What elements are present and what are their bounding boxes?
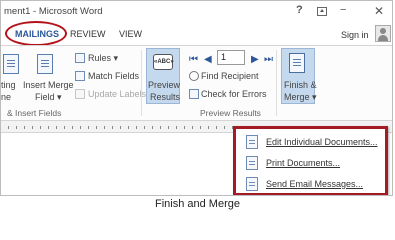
- menu-item-print-documents[interactable]: Print Documents...: [236, 153, 385, 175]
- preview-abc-icon: «ABC»: [153, 54, 174, 70]
- minimize-button[interactable]: −: [340, 4, 346, 16]
- tab-review[interactable]: REVIEW: [70, 29, 106, 39]
- email-icon: [246, 177, 258, 191]
- finish-merge-label-2: Merge ▾: [284, 92, 317, 102]
- close-button[interactable]: ✕: [374, 4, 384, 18]
- writing-block-label-2[interactable]: ne: [1, 91, 11, 103]
- insert-fields-group-label: & Insert Fields: [7, 108, 62, 118]
- word-window: ment1 - Microsoft Word ? − ✕ MAILINGS RE…: [0, 0, 393, 196]
- finish-merge-menu: Edit Individual Documents... Print Docum…: [233, 126, 388, 195]
- menu-item-label: Send Email Messages...: [266, 179, 364, 189]
- group-separator: [276, 50, 277, 116]
- writing-block-icon: [3, 54, 19, 74]
- match-fields-icon: [75, 71, 85, 81]
- last-record-icon[interactable]: ⏭: [264, 54, 273, 65]
- rules-icon: [75, 53, 85, 63]
- find-recipient-icon: [189, 71, 199, 81]
- writing-block-label-1[interactable]: ting: [1, 79, 16, 91]
- tab-view[interactable]: VIEW: [119, 29, 142, 39]
- window-title: ment1 - Microsoft Word: [4, 6, 103, 17]
- update-labels-button[interactable]: Update Labels: [88, 88, 146, 100]
- first-record-icon[interactable]: ⏮: [189, 54, 198, 65]
- group-separator: [141, 50, 142, 116]
- previous-record-icon[interactable]: ◀: [204, 54, 212, 65]
- ribbon-display-options-icon[interactable]: [317, 7, 327, 16]
- title-bar: ment1 - Microsoft Word ? − ✕: [1, 1, 392, 22]
- insert-merge-field-icon: [37, 54, 53, 74]
- menu-item-label: Print Documents...: [266, 158, 341, 168]
- check-for-errors-icon: [189, 89, 199, 99]
- print-icon: [246, 156, 258, 170]
- check-for-errors-button[interactable]: Check for Errors: [201, 88, 267, 100]
- update-labels-icon: [75, 89, 85, 99]
- preview-results-group-label: Preview Results: [200, 108, 261, 118]
- sign-in-link[interactable]: Sign in: [341, 30, 369, 40]
- record-number-input[interactable]: 1: [217, 50, 245, 65]
- menu-item-edit-individual-documents[interactable]: Edit Individual Documents...: [236, 132, 385, 154]
- menu-item-send-email-messages[interactable]: Send Email Messages...: [236, 174, 385, 195]
- menu-item-label: Edit Individual Documents...: [266, 137, 378, 147]
- finish-merge-label-1: Finish &: [284, 80, 317, 90]
- find-recipient-button[interactable]: Find Recipient: [201, 70, 259, 82]
- mailings-highlight-circle: [5, 21, 67, 46]
- insert-merge-field-dropdown[interactable]: Field ▾: [35, 91, 62, 103]
- preview-results-label-2: Results: [150, 92, 181, 102]
- edit-documents-icon: [246, 135, 258, 149]
- figure-caption: Finish and Merge: [155, 198, 240, 210]
- match-fields-button[interactable]: Match Fields: [88, 70, 139, 82]
- preview-results-label-1: Preview: [148, 80, 181, 90]
- rules-button[interactable]: Rules ▾: [88, 52, 118, 64]
- help-button[interactable]: ?: [296, 4, 303, 16]
- insert-merge-field-button[interactable]: Insert Merge: [23, 79, 74, 91]
- next-record-icon[interactable]: ▶: [251, 54, 259, 65]
- finish-merge-icon: [289, 53, 305, 73]
- ribbon: ting ne Insert Merge Field ▾ Rules ▾ Mat…: [1, 45, 392, 121]
- avatar[interactable]: [375, 25, 391, 42]
